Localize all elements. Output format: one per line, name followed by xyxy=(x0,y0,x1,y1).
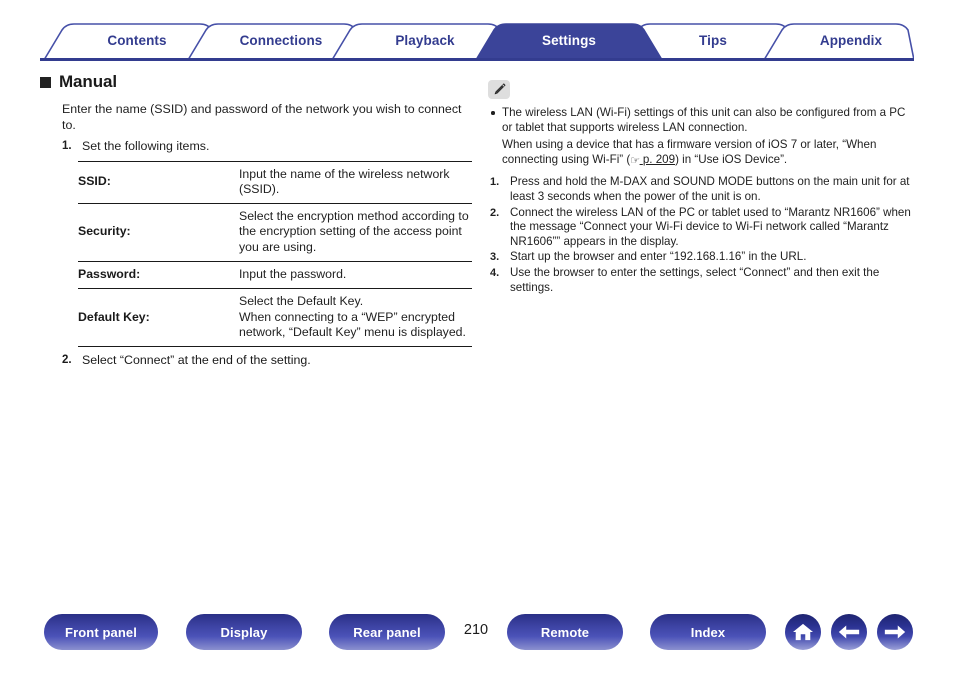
note-subtext-suffix: ) in “Use iOS Device”. xyxy=(675,152,788,166)
display-button[interactable]: Display xyxy=(186,614,302,650)
list-item: 2. Connect the wireless LAN of the PC or… xyxy=(488,206,918,250)
note-step-number: 4. xyxy=(490,266,500,279)
index-button[interactable]: Index xyxy=(650,614,766,650)
table-cell-key: SSID: xyxy=(78,174,111,189)
back-button[interactable] xyxy=(831,614,867,650)
note-step-number: 1. xyxy=(490,176,500,189)
page-content: Manual Enter the name (SSID) and passwor… xyxy=(0,62,954,602)
settings-table: SSID: Input the name of the wireless net… xyxy=(78,161,472,348)
table-cell-value: Input the name of the wireless network (… xyxy=(239,166,450,196)
list-item: 3. Start up the browser and enter “192.1… xyxy=(488,250,918,265)
note-step-number: 3. xyxy=(490,251,500,264)
arrow-right-icon xyxy=(884,625,906,639)
pointing-hand-icon: ☞ xyxy=(630,154,640,167)
tab-bar-baseline xyxy=(40,58,914,61)
home-icon xyxy=(793,623,813,641)
step-1-number: 1. xyxy=(62,140,72,152)
table-row: Security: Select the encryption method a… xyxy=(78,203,472,262)
intro-paragraph: Enter the name (SSID) and password of th… xyxy=(62,102,462,132)
rear-panel-button[interactable]: Rear panel xyxy=(329,614,445,650)
note-step-text: Start up the browser and enter “192.168.… xyxy=(510,250,807,264)
forward-button[interactable] xyxy=(877,614,913,650)
step-1-text: Set the following items. xyxy=(82,139,210,153)
note-step-number: 2. xyxy=(490,206,500,219)
note-step-text: Connect the wireless LAN of the PC or ta… xyxy=(510,205,911,248)
note-step-text: Use the browser to enter the settings, s… xyxy=(510,265,880,294)
tab-appendix[interactable]: Appendix xyxy=(758,33,944,48)
page-reference-link[interactable]: ☞ p. 209 xyxy=(630,152,676,167)
table-row: SSID: Input the name of the wireless net… xyxy=(78,161,472,204)
section-heading: Manual xyxy=(40,72,472,92)
bullet-dot-icon xyxy=(491,111,495,115)
table-cell-value: Select the Default Key. When connecting … xyxy=(239,294,466,339)
right-column: The wireless LAN (Wi-Fi) settings of thi… xyxy=(488,80,918,296)
table-cell-key: Security: xyxy=(78,224,131,239)
remote-button[interactable]: Remote xyxy=(507,614,623,650)
step-2-text: Select “Connect” at the end of the setti… xyxy=(82,353,311,368)
page-number: 210 xyxy=(463,622,489,638)
step-2: 2. Select “Connect” at the end of the se… xyxy=(62,353,472,369)
note-subtext: When using a device that has a firmware … xyxy=(502,138,902,167)
note-steps-list: 1. Press and hold the M-DAX and SOUND MO… xyxy=(488,175,918,295)
table-row: Password: Input the password. xyxy=(78,261,472,288)
tab-bar: Contents Connections Playback Settings T… xyxy=(40,22,914,61)
arrow-left-icon xyxy=(838,625,860,639)
step-1: 1. Set the following items. xyxy=(62,139,472,155)
note-bullet-text: The wireless LAN (Wi-Fi) settings of thi… xyxy=(502,106,906,134)
page-reference-label: p. 209 xyxy=(642,152,676,166)
table-row: Default Key: Select the Default Key. Whe… xyxy=(78,288,472,347)
list-item: 1. Press and hold the M-DAX and SOUND MO… xyxy=(488,175,918,204)
step-2-number: 2. xyxy=(62,354,72,367)
pencil-icon xyxy=(494,83,506,95)
left-column: Manual Enter the name (SSID) and passwor… xyxy=(40,72,472,369)
home-button[interactable] xyxy=(785,614,821,650)
table-cell-value: Select the encryption method according t… xyxy=(239,209,469,254)
table-cell-key: Password: xyxy=(78,266,141,281)
note-step-text: Press and hold the M-DAX and SOUND MODE … xyxy=(510,175,910,203)
note-bullet: The wireless LAN (Wi-Fi) settings of thi… xyxy=(488,106,918,135)
pencil-note-icon xyxy=(488,80,510,99)
table-cell-key: Default Key: xyxy=(78,309,150,324)
section-heading-label: Manual xyxy=(59,72,117,91)
table-cell-value: Input the password. xyxy=(239,266,347,281)
footer-bar: Front panel Display Rear panel 210 Remot… xyxy=(0,614,954,660)
front-panel-button[interactable]: Front panel xyxy=(44,614,158,650)
square-bullet-icon xyxy=(40,77,51,88)
list-item: 4. Use the browser to enter the settings… xyxy=(488,266,918,295)
